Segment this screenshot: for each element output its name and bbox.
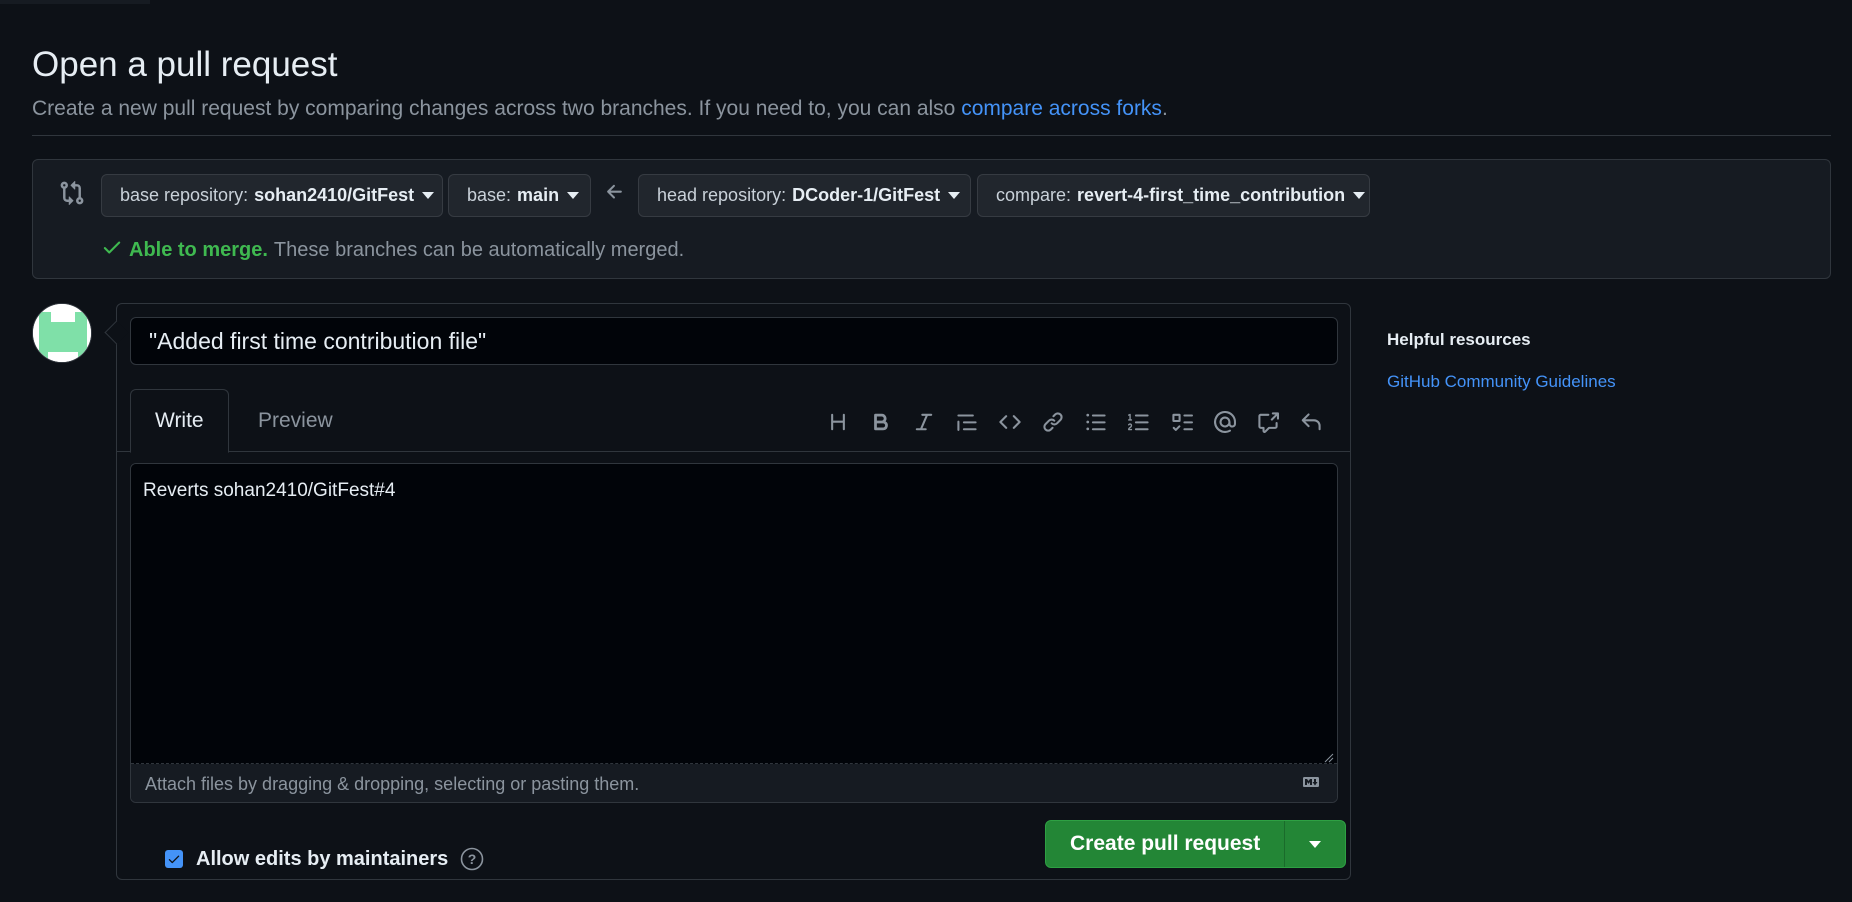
base-branch-select[interactable]: base: main xyxy=(448,174,591,217)
code-icon[interactable] xyxy=(988,404,1031,440)
pr-title-input[interactable] xyxy=(130,317,1338,365)
create-pull-request-button[interactable]: Create pull request xyxy=(1046,821,1286,867)
create-pull-request-group: Create pull request xyxy=(1045,820,1347,868)
merge-status-text: These branches can be automatically merg… xyxy=(273,238,685,261)
unordered-list-icon[interactable] xyxy=(1074,404,1117,440)
resize-handle-icon[interactable] xyxy=(1324,750,1334,763)
reply-icon[interactable] xyxy=(1289,404,1332,440)
chevron-down-icon xyxy=(1353,192,1366,199)
markdown-toolbar xyxy=(816,404,1332,440)
top-bar-remnant xyxy=(0,0,150,4)
pr-body-editor: Reverts sohan2410/GitFest#4 Attach files… xyxy=(130,463,1338,803)
mention-icon[interactable] xyxy=(1203,404,1246,440)
allow-edits-label: Allow edits by maintainers xyxy=(196,847,449,870)
git-compare-icon xyxy=(59,180,85,206)
head-repository-key: head repository: xyxy=(657,185,787,205)
subtitle-end: . xyxy=(1161,97,1168,120)
svg-text:?: ? xyxy=(468,851,477,867)
base-repository-value: sohan2410/GitFest xyxy=(254,185,415,205)
community-guidelines-link[interactable]: GitHub Community Guidelines xyxy=(1387,372,1616,392)
compare-branch-key: compare: xyxy=(996,185,1072,205)
heading-icon[interactable] xyxy=(816,404,859,440)
page-header: Open a pull request Create a new pull re… xyxy=(32,44,1831,136)
avatar[interactable] xyxy=(32,303,92,363)
compare-branch-value: revert-4-first_time_contribution xyxy=(1077,185,1346,205)
task-list-icon[interactable] xyxy=(1160,404,1203,440)
chevron-down-icon xyxy=(1309,840,1322,848)
page-subtitle: Create a new pull request by comparing c… xyxy=(32,96,1831,122)
markdown-icon[interactable] xyxy=(1299,774,1323,790)
quote-icon[interactable] xyxy=(945,404,988,440)
helpful-resources-sidebar: Helpful resources GitHub Community Guide… xyxy=(1387,330,1616,392)
chevron-down-icon xyxy=(948,192,961,199)
branch-range-editor: base repository: sohan2410/GitFest base:… xyxy=(32,159,1831,279)
cross-reference-icon[interactable] xyxy=(1246,404,1289,440)
question-icon[interactable]: ? xyxy=(460,847,484,871)
base-branch-key: base: xyxy=(467,185,512,205)
helpful-resources-heading: Helpful resources xyxy=(1387,330,1531,349)
head-repository-value: DCoder-1/GitFest xyxy=(792,185,941,205)
bold-icon[interactable] xyxy=(859,404,902,440)
merge-ok-label: Able to merge. xyxy=(129,238,268,261)
check-icon xyxy=(101,236,123,264)
pull-request-form: Write Preview Reverts sohan2410/GitFest#… xyxy=(116,303,1351,880)
attach-files-bar[interactable]: Attach files by dragging & dropping, sel… xyxy=(131,764,1337,802)
head-repository-select[interactable]: head repository: DCoder-1/GitFest xyxy=(638,174,971,217)
link-icon[interactable] xyxy=(1031,404,1074,440)
merge-status: Able to merge. These branches can be aut… xyxy=(101,236,684,264)
allow-edits-checkbox[interactable] xyxy=(165,850,183,868)
ordered-list-icon[interactable] xyxy=(1117,404,1160,440)
tab-preview[interactable]: Preview xyxy=(234,389,357,453)
base-repository-select[interactable]: base repository: sohan2410/GitFest xyxy=(101,174,443,217)
page-title: Open a pull request xyxy=(32,45,338,84)
arrow-left-icon xyxy=(604,181,626,203)
allow-edits-option: Allow edits by maintainers ? xyxy=(165,847,484,871)
pr-body-textarea[interactable]: Reverts sohan2410/GitFest#4 xyxy=(131,464,1337,764)
compare-branch-select[interactable]: compare: revert-4-first_time_contributio… xyxy=(977,174,1370,217)
subtitle-text: Create a new pull request by comparing c… xyxy=(32,97,962,120)
chevron-down-icon xyxy=(567,192,580,199)
base-repository-key: base repository: xyxy=(120,185,249,205)
base-branch-value: main xyxy=(517,185,560,205)
italic-icon[interactable] xyxy=(902,404,945,440)
chevron-down-icon xyxy=(422,192,435,199)
create-options-dropdown[interactable] xyxy=(1285,821,1345,867)
tab-write[interactable]: Write xyxy=(130,389,229,453)
compare-across-forks-link[interactable]: compare across forks xyxy=(961,97,1162,120)
